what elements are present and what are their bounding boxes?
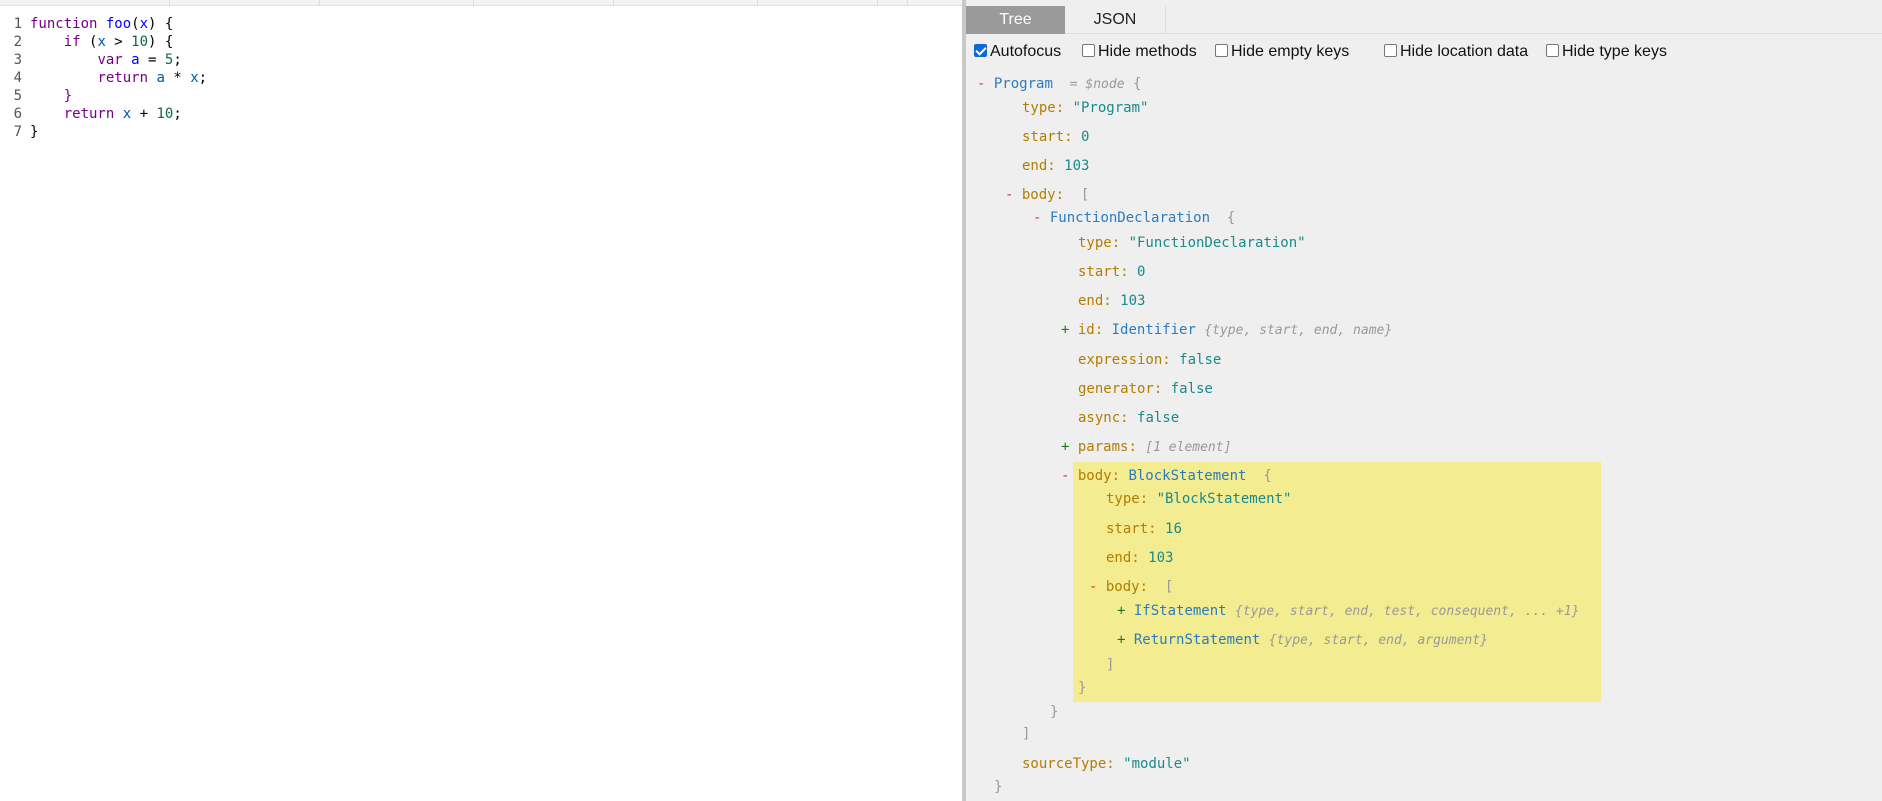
tree-prop-start[interactable]: start: 16 [1106, 519, 1182, 539]
tree-prop-body[interactable]: - body: [ [1005, 185, 1089, 205]
tree-options-bar: Autofocus Hide methods Hide empty keys Hide… [966, 40, 1882, 64]
tree-prop-start[interactable]: start: 0 [1022, 127, 1089, 147]
output-tab-bar: Tree JSON [966, 6, 1882, 34]
tree-prop-params[interactable]: + params: [1 element] [1061, 437, 1231, 457]
closing-brace: } [994, 779, 1003, 795]
tree-node-return-statement[interactable]: + ReturnStatement {type, start, end, arg… [1117, 630, 1488, 650]
checkbox[interactable] [1215, 44, 1228, 57]
tree-prop-type[interactable]: type: "FunctionDeclaration" [1078, 233, 1306, 253]
checkbox[interactable] [974, 44, 987, 57]
option-label: Autofocus [990, 43, 1062, 60]
closing-bracket: ] [1022, 726, 1031, 742]
expand-toggle[interactable]: + [1061, 439, 1069, 455]
option-hide-methods[interactable]: Hide methods [1082, 40, 1197, 64]
tree-prop-start[interactable]: start: 0 [1078, 262, 1145, 282]
node-summary: [1 element] [1145, 440, 1232, 455]
tree-node-program[interactable]: - Program = $node { [977, 74, 1141, 94]
tree-prop-body-block-statement[interactable]: - body: BlockStatement { [1061, 466, 1272, 486]
tree-node-if-statement[interactable]: + IfStatement {type, start, end, test, c… [1117, 601, 1579, 621]
tree-prop-generator[interactable]: generator: false [1078, 379, 1213, 399]
option-hide-empty-keys[interactable]: Hide empty keys [1215, 40, 1349, 64]
tab-tree[interactable]: Tree [966, 6, 1065, 34]
option-autofocus[interactable]: Autofocus [974, 40, 1061, 64]
tree-prop-end[interactable]: end: 103 [1106, 548, 1173, 568]
option-hide-location-data[interactable]: Hide location data [1384, 40, 1528, 64]
tree-prop-async[interactable]: async: false [1078, 408, 1179, 428]
expand-toggle[interactable]: + [1061, 322, 1069, 338]
tree-prop-id[interactable]: + id: Identifier {type, start, end, name… [1061, 320, 1392, 340]
node-type-label: Program [993, 76, 1053, 92]
expand-toggle[interactable]: + [1117, 632, 1125, 648]
option-label: Hide type keys [1562, 43, 1667, 60]
closing-brace: } [1050, 704, 1059, 720]
closing-bracket: ] [1106, 657, 1115, 673]
collapse-toggle[interactable]: - [1033, 210, 1041, 226]
node-summary: {type, start, end, name} [1204, 323, 1393, 338]
collapse-toggle[interactable]: - [1005, 187, 1013, 203]
tree-prop-type[interactable]: type: "Program" [1022, 98, 1148, 118]
collapse-toggle[interactable]: - [1061, 468, 1069, 484]
tree-prop-type[interactable]: type: "BlockStatement" [1106, 489, 1291, 509]
tree-prop-source-type[interactable]: sourceType: "module" [1022, 754, 1191, 774]
option-hide-type-keys[interactable]: Hide type keys [1546, 40, 1667, 64]
option-label: Hide location data [1400, 43, 1529, 60]
node-summary: {type, start, end, test, consequent, ...… [1235, 604, 1580, 619]
checkbox[interactable] [1082, 44, 1095, 57]
expand-toggle[interactable]: + [1117, 603, 1125, 619]
node-reference-hint: = $node [1069, 77, 1125, 92]
checkbox[interactable] [1384, 44, 1397, 57]
tree-node-function-declaration[interactable]: - FunctionDeclaration { [1033, 208, 1235, 228]
tree-prop-end[interactable]: end: 103 [1078, 291, 1145, 311]
ast-tree: - Program = $node { type: "Program" star… [0, 0, 1579, 801]
option-label: Hide empty keys [1231, 43, 1350, 60]
node-summary: {type, start, end, argument} [1268, 633, 1488, 648]
collapse-toggle[interactable]: - [977, 76, 985, 92]
closing-brace: } [1078, 680, 1087, 696]
tree-prop-end[interactable]: end: 103 [1022, 156, 1089, 176]
tree-prop-expression[interactable]: expression: false [1078, 350, 1221, 370]
checkbox[interactable] [1546, 44, 1559, 57]
tab-json[interactable]: JSON [1065, 6, 1166, 34]
collapse-toggle[interactable]: - [1089, 579, 1097, 595]
tree-prop-body[interactable]: - body: [ [1089, 577, 1173, 597]
option-label: Hide methods [1098, 43, 1197, 60]
